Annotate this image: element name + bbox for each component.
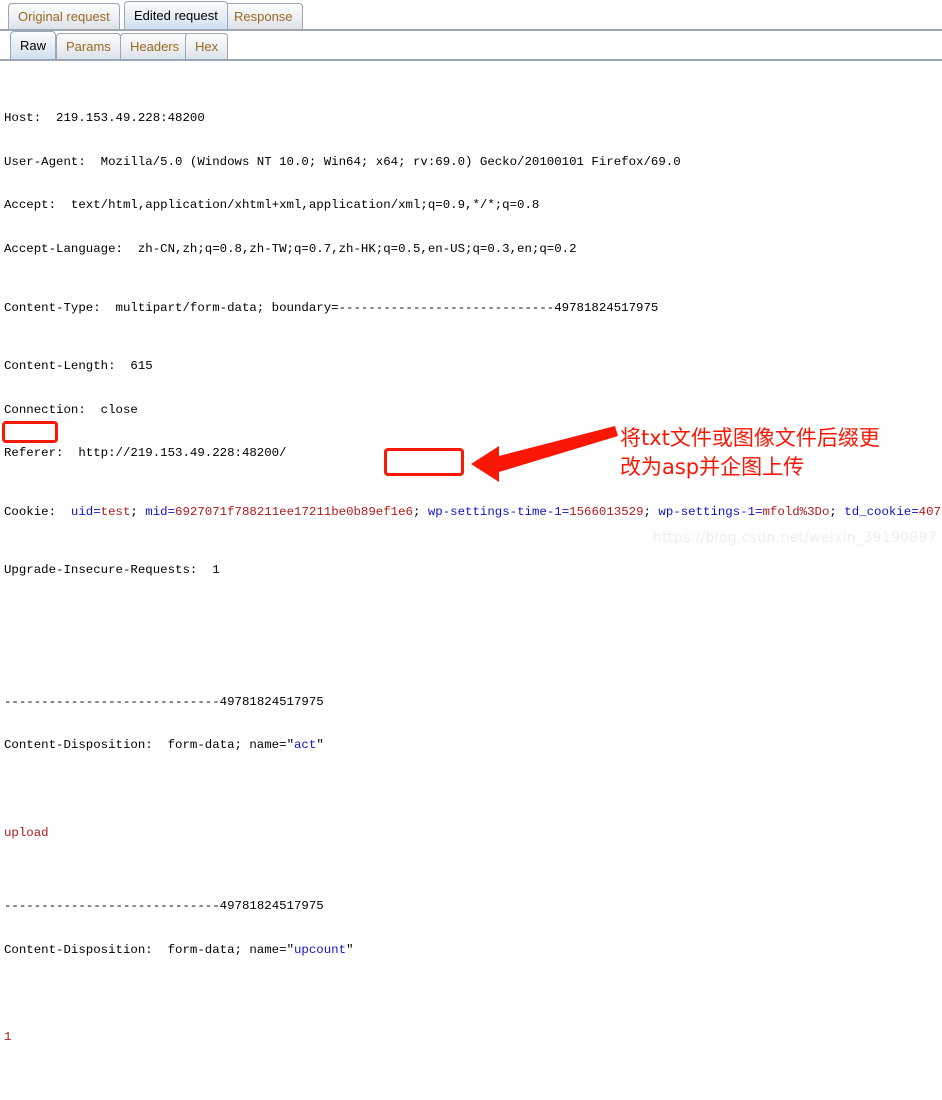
disposition-prefix: Content-Disposition: form-data; name= — [4, 942, 287, 957]
tab-response[interactable]: Response — [224, 3, 303, 29]
header-line-cookie: Cookie: uid=test; mid=6927071f788211ee17… — [4, 505, 942, 520]
part-name: act — [294, 738, 317, 753]
boundary-line: -----------------------------49781824517… — [4, 899, 942, 914]
boundary-line: -----------------------------49781824517… — [4, 695, 942, 710]
boundary-dashes: ----------------------------- — [4, 898, 220, 913]
tab-raw[interactable]: Raw — [10, 31, 57, 59]
header-line-connection: Connection: close — [4, 402, 138, 417]
part-name: upcount — [294, 942, 347, 957]
annotation-note-line2: 改为asp并企图上传 — [620, 455, 805, 479]
tab-hex[interactable]: Hex — [185, 33, 229, 59]
raw-request-viewer[interactable]: Host: 219.153.49.228:48200 User-Agent: M… — [0, 61, 942, 1100]
header-line-content-type: Content-Type: multipart/form-data; bound… — [4, 301, 942, 316]
watermark-url: https://blog.csdn.net/weixin_39190897 — [652, 530, 937, 546]
cookie-label: Cookie: — [4, 504, 71, 519]
cookie-key: uid — [70, 504, 94, 519]
header-line-host: Host: 219.153.49.228:48200 — [4, 110, 205, 125]
header-line-accept-language: Accept-Language: zh-CN,zh;q=0.8,zh-TW;q=… — [4, 242, 577, 257]
header-line-upgrade-insecure-requests: Upgrade-Insecure-Requests: 1 — [4, 563, 220, 578]
cookie-value: 6927071f788211ee17211be0b89ef1e6 — [175, 504, 413, 519]
cookie-key: wp-settings-time-1 — [427, 504, 562, 519]
annotation-note-line1: 将txt文件或图像文件后缀更 — [620, 426, 880, 450]
boundary-id: 49781824517975 — [554, 300, 659, 315]
content-type-prefix: Content-Type: multipart/form-data; bound… — [4, 300, 339, 315]
cookie-key: wp-settings-1 — [658, 504, 756, 519]
outer-tab-strip: Original request Edited request Response — [0, 0, 942, 31]
boundary-id: 49781824517975 — [219, 694, 324, 709]
boundary-dashes: ----------------------------- — [4, 694, 220, 709]
boundary-id: 49781824517975 — [219, 898, 324, 913]
annotation-note: 将txt文件或图像文件后缀更 改为asp并企图上传 — [620, 424, 942, 482]
part-value: upload — [4, 825, 49, 840]
part-value: 1 — [4, 1030, 12, 1045]
cookie-value: mfold%3Do — [762, 504, 830, 519]
part-disposition-line: Content-Disposition: form-data; name="up… — [4, 942, 354, 957]
cookie-key: mid — [145, 504, 168, 519]
cookie-key: td_cookie — [844, 504, 912, 519]
disposition-prefix: Content-Disposition: form-data; name= — [4, 738, 287, 753]
cookie-value: test — [100, 504, 131, 519]
tab-edited-request[interactable]: Edited request — [124, 1, 228, 29]
part-disposition-line: Content-Disposition: form-data; name="ac… — [4, 738, 324, 753]
cookie-value: 4079738035 — [918, 504, 942, 519]
header-line-accept: Accept: text/html,application/xhtml+xml,… — [4, 198, 540, 213]
cookie-value: 1566013529 — [569, 504, 644, 519]
boundary-dashes: ----------------------------- — [338, 300, 555, 315]
header-line-content-length: Content-Length: 615 — [4, 358, 153, 373]
inner-tab-strip: Raw Params Headers Hex — [0, 31, 942, 61]
tab-params[interactable]: Params — [56, 33, 121, 59]
tab-original-request[interactable]: Original request — [8, 3, 120, 29]
header-line-user-agent: User-Agent: Mozilla/5.0 (Windows NT 10.0… — [4, 154, 681, 169]
tab-headers[interactable]: Headers — [120, 33, 190, 59]
